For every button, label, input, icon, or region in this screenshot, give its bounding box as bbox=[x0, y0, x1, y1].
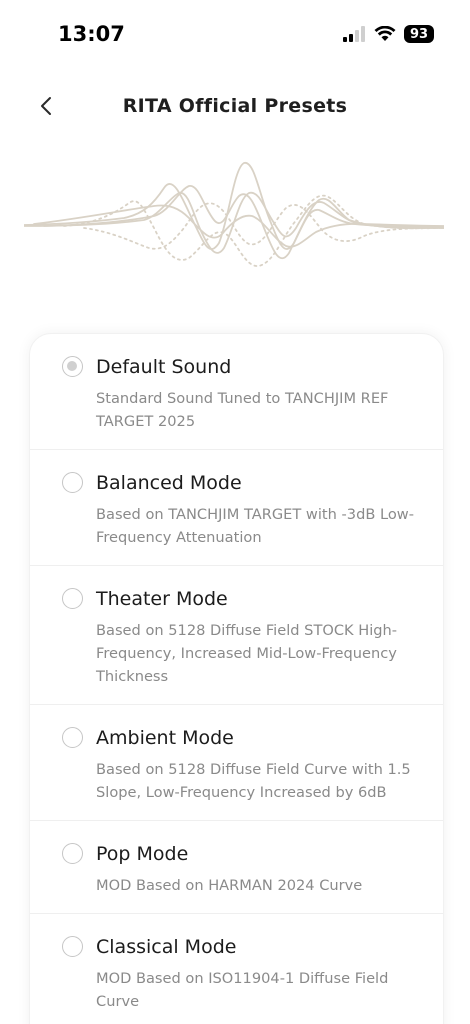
radio-classical-mode[interactable] bbox=[62, 936, 83, 957]
preset-title: Theater Mode bbox=[96, 588, 228, 610]
status-time: 13:07 bbox=[58, 22, 125, 46]
preset-item-theater-mode[interactable]: Theater Mode Based on 5128 Diffuse Field… bbox=[30, 566, 443, 705]
header: RITA Official Presets bbox=[0, 82, 470, 130]
preset-item-default-sound[interactable]: Default Sound Standard Sound Tuned to TA… bbox=[30, 334, 443, 450]
radio-ambient-mode[interactable] bbox=[62, 727, 83, 748]
radio-theater-mode[interactable] bbox=[62, 588, 83, 609]
preset-title: Pop Mode bbox=[96, 843, 189, 865]
preset-description: MOD Based on ISO11904-1 Diffuse Field Cu… bbox=[96, 970, 389, 1010]
presets-card: Default Sound Standard Sound Tuned to TA… bbox=[29, 333, 444, 1024]
waveform-graphic bbox=[24, 162, 444, 267]
status-icons: 93 bbox=[342, 22, 434, 46]
radio-default-sound[interactable] bbox=[62, 356, 83, 377]
preset-title: Balanced Mode bbox=[96, 472, 242, 494]
cellular-signal-icon bbox=[343, 26, 365, 42]
preset-description: Based on 5128 Diffuse Field STOCK High-F… bbox=[96, 622, 398, 685]
preset-description: Standard Sound Tuned to TANCHJIM REF TAR… bbox=[96, 390, 389, 430]
status-bar: 13:07 93 bbox=[0, 0, 470, 70]
preset-title: Default Sound bbox=[96, 356, 232, 378]
page-title: RITA Official Presets bbox=[122, 95, 348, 117]
radio-pop-mode[interactable] bbox=[62, 843, 83, 864]
preset-description: Based on 5128 Diffuse Field Curve with 1… bbox=[96, 761, 411, 801]
battery-indicator: 93 bbox=[404, 25, 434, 43]
preset-title: Ambient Mode bbox=[96, 727, 234, 749]
preset-item-ambient-mode[interactable]: Ambient Mode Based on 5128 Diffuse Field… bbox=[30, 705, 443, 821]
preset-description: MOD Based on HARMAN 2024 Curve bbox=[96, 877, 363, 894]
preset-item-pop-mode[interactable]: Pop Mode MOD Based on HARMAN 2024 Curve bbox=[30, 821, 443, 914]
preset-title: Classical Mode bbox=[96, 936, 237, 958]
radio-balanced-mode[interactable] bbox=[62, 472, 83, 493]
preset-item-classical-mode[interactable]: Classical Mode MOD Based on ISO11904-1 D… bbox=[30, 914, 443, 1024]
preset-item-balanced-mode[interactable]: Balanced Mode Based on TANCHJIM TARGET w… bbox=[30, 450, 443, 566]
wifi-icon bbox=[374, 26, 396, 41]
preset-description: Based on TANCHJIM TARGET with -3dB Low-F… bbox=[96, 506, 414, 546]
